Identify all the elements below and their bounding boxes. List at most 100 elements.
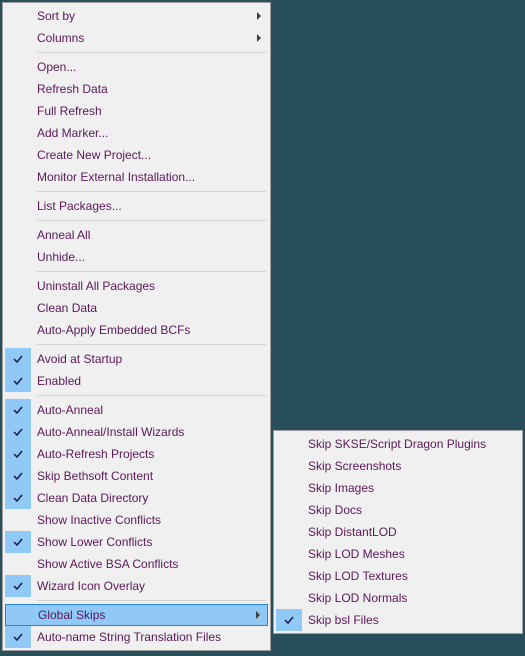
checkmark-slot <box>276 433 302 455</box>
menu-item-show-active-bsa-conflicts[interactable]: Show Active BSA Conflicts <box>5 553 268 575</box>
checkmark-slot <box>5 297 31 319</box>
menu-item-skip-bethsoft-content[interactable]: Skip Bethsoft Content <box>5 465 268 487</box>
menu-item-label: Skip bsl Files <box>302 613 502 627</box>
menu-item-label: Skip LOD Textures <box>302 569 502 583</box>
menu-item-auto-refresh-projects[interactable]: Auto-Refresh Projects <box>5 443 268 465</box>
menu-item-skip-bsl-files[interactable]: Skip bsl Files <box>276 609 520 631</box>
menu-separator <box>37 271 266 272</box>
menu-item-avoid-at-startup[interactable]: Avoid at Startup <box>5 348 268 370</box>
checkmark-slot <box>5 166 31 188</box>
menu-item-label: Avoid at Startup <box>31 352 250 366</box>
menu-item-monitor-external-installation[interactable]: Monitor External Installation... <box>5 166 268 188</box>
check-icon <box>12 426 24 438</box>
checkmark-slot <box>5 275 31 297</box>
menu-item-label: Refresh Data <box>31 82 250 96</box>
check-icon <box>12 353 24 365</box>
menu-item-label: Show Inactive Conflicts <box>31 513 250 527</box>
check-icon <box>12 404 24 416</box>
checkmark-slot <box>276 587 302 609</box>
menu-item-label: Show Active BSA Conflicts <box>31 557 250 571</box>
menu-item-label: Create New Project... <box>31 148 250 162</box>
menu-item-wizard-icon-overlay[interactable]: Wizard Icon Overlay <box>5 575 268 597</box>
checkmark-slot <box>5 421 31 443</box>
checkmark-slot <box>5 443 31 465</box>
menu-separator <box>37 220 266 221</box>
menu-separator <box>37 395 266 396</box>
menu-item-label: Skip LOD Normals <box>302 591 502 605</box>
checkmark-slot <box>5 100 31 122</box>
menu-item-label: Auto-Refresh Projects <box>31 447 250 461</box>
checkmark-slot <box>276 499 302 521</box>
menu-separator <box>37 344 266 345</box>
menu-item-skip-lod-textures[interactable]: Skip LOD Textures <box>276 565 520 587</box>
checkmark-slot <box>5 531 31 553</box>
menu-item-global-skips[interactable]: Global Skips <box>5 604 268 626</box>
menu-item-skip-lod-normals[interactable]: Skip LOD Normals <box>276 587 520 609</box>
checkmark-slot <box>5 246 31 268</box>
menu-item-refresh-data[interactable]: Refresh Data <box>5 78 268 100</box>
menu-item-skip-lod-meshes[interactable]: Skip LOD Meshes <box>276 543 520 565</box>
check-icon <box>12 375 24 387</box>
menu-item-label: Open... <box>31 60 250 74</box>
menu-item-show-lower-conflicts[interactable]: Show Lower Conflicts <box>5 531 268 553</box>
menu-item-list-packages[interactable]: List Packages... <box>5 195 268 217</box>
menu-item-label: Global Skips <box>32 608 249 622</box>
check-icon <box>12 492 24 504</box>
checkmark-slot <box>276 609 302 631</box>
checkmark-slot <box>5 465 31 487</box>
menu-item-full-refresh[interactable]: Full Refresh <box>5 100 268 122</box>
checkmark-slot <box>5 78 31 100</box>
menu-item-label: Wizard Icon Overlay <box>31 579 250 593</box>
menu-item-skip-images[interactable]: Skip Images <box>276 477 520 499</box>
menu-separator <box>37 600 266 601</box>
menu-item-label: Skip LOD Meshes <box>302 547 502 561</box>
checkmark-slot <box>276 477 302 499</box>
checkmark-slot <box>276 521 302 543</box>
menu-item-sort-by[interactable]: Sort by <box>5 5 268 27</box>
menu-item-enabled[interactable]: Enabled <box>5 370 268 392</box>
menu-item-open[interactable]: Open... <box>5 56 268 78</box>
global-skips-submenu[interactable]: Skip SKSE/Script Dragon PluginsSkip Scre… <box>273 430 523 634</box>
submenu-arrow-icon <box>250 11 268 21</box>
checkmark-slot <box>5 370 31 392</box>
check-icon <box>283 614 295 626</box>
menu-item-unhide[interactable]: Unhide... <box>5 246 268 268</box>
menu-item-add-marker[interactable]: Add Marker... <box>5 122 268 144</box>
menu-item-auto-name-string-translation-files[interactable]: Auto-name String Translation Files <box>5 626 268 648</box>
menu-item-skip-skse-script-dragon-plugins[interactable]: Skip SKSE/Script Dragon Plugins <box>276 433 520 455</box>
check-icon <box>12 448 24 460</box>
checkmark-slot <box>5 195 31 217</box>
menu-item-label: List Packages... <box>31 199 250 213</box>
checkmark-slot <box>276 455 302 477</box>
menu-item-auto-anneal-install-wizards[interactable]: Auto-Anneal/Install Wizards <box>5 421 268 443</box>
menu-item-clean-data[interactable]: Clean Data <box>5 297 268 319</box>
submenu-arrow-icon <box>249 610 267 620</box>
menu-item-anneal-all[interactable]: Anneal All <box>5 224 268 246</box>
menu-item-uninstall-all-packages[interactable]: Uninstall All Packages <box>5 275 268 297</box>
checkmark-slot <box>5 224 31 246</box>
check-icon <box>12 470 24 482</box>
menu-separator <box>37 191 266 192</box>
menu-item-label: Sort by <box>31 9 250 23</box>
menu-item-label: Enabled <box>31 374 250 388</box>
menu-item-auto-anneal[interactable]: Auto-Anneal <box>5 399 268 421</box>
context-menu[interactable]: Sort by Columns Open... Refresh Data Full Re… <box>2 2 271 651</box>
menu-item-label: Clean Data <box>31 301 250 315</box>
menu-item-label: Show Lower Conflicts <box>31 535 250 549</box>
menu-item-clean-data-directory[interactable]: Clean Data Directory <box>5 487 268 509</box>
menu-item-create-new-project[interactable]: Create New Project... <box>5 144 268 166</box>
checkmark-slot <box>5 5 31 27</box>
menu-item-label: Add Marker... <box>31 126 250 140</box>
menu-item-show-inactive-conflicts[interactable]: Show Inactive Conflicts <box>5 509 268 531</box>
menu-item-label: Auto-Anneal <box>31 403 250 417</box>
check-icon <box>12 580 24 592</box>
checkmark-slot <box>5 319 31 341</box>
menu-item-skip-screenshots[interactable]: Skip Screenshots <box>276 455 520 477</box>
checkmark-slot <box>5 56 31 78</box>
menu-item-skip-docs[interactable]: Skip Docs <box>276 499 520 521</box>
menu-item-auto-apply-embedded-bcfs[interactable]: Auto-Apply Embedded BCFs <box>5 319 268 341</box>
menu-item-columns[interactable]: Columns <box>5 27 268 49</box>
menu-item-label: Anneal All <box>31 228 250 242</box>
menu-item-skip-distantlod[interactable]: Skip DistantLOD <box>276 521 520 543</box>
menu-separator <box>37 52 266 53</box>
